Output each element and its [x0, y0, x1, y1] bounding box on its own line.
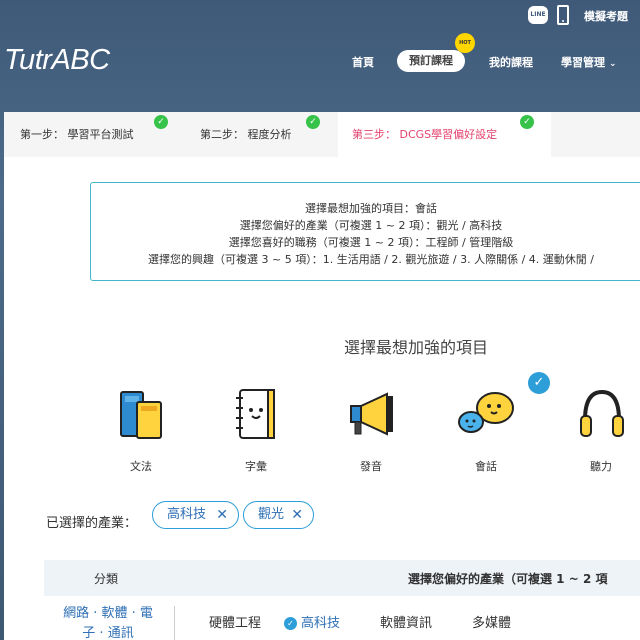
skill-label: 聽力: [590, 460, 612, 473]
summary-focus: 選擇最想加強的項目：會話: [305, 202, 437, 215]
nav-book-course[interactable]: 預訂課程: [397, 50, 465, 72]
skill-label: 文法: [130, 460, 152, 473]
close-icon[interactable]: ✕: [291, 502, 303, 528]
hot-badge: HOT: [455, 33, 475, 53]
mock-exam-link[interactable]: 模擬考題: [584, 8, 628, 24]
close-icon[interactable]: ✕: [216, 502, 228, 528]
step-2[interactable]: 第二步： 程度分析: [200, 112, 292, 157]
industry-chip[interactable]: 觀光 ✕: [243, 501, 314, 529]
skill-pronunciation[interactable]: 發音: [336, 384, 406, 474]
column-header-industry: 選擇您偏好的產業（可複選 1 ~ 2 項: [408, 572, 608, 586]
step-tabs: 第一步： 學習平台測試 第二步： 程度分析 第三步： DCGS學習偏好設定 ✓ …: [4, 112, 640, 157]
industry-option[interactable]: 硬體工程: [209, 612, 261, 631]
skill-grammar[interactable]: 文法: [106, 384, 176, 474]
nav-home[interactable]: 首頁: [352, 54, 374, 70]
focus-section-title: 選擇最想加強的項目: [344, 338, 489, 357]
skill-conversation[interactable]: 會話: [451, 384, 521, 474]
nav-my-course[interactable]: 我的課程: [489, 54, 533, 70]
notebook-icon: [236, 389, 275, 439]
category-name[interactable]: 網路 · 軟體 · 電 子 · 通訊: [52, 604, 164, 640]
step-1[interactable]: 第一步： 學習平台測試: [20, 112, 134, 157]
step-1-check-icon: ✓: [154, 115, 168, 129]
divider: [174, 606, 175, 640]
skill-listening[interactable]: 聽力: [566, 384, 636, 474]
books-icon: [120, 391, 162, 439]
line-icon[interactable]: LINE: [528, 6, 548, 24]
selection-summary-box: 選擇最想加強的項目：會話 選擇您偏好的產業（可複選 1 ~ 2 項）：觀光 / …: [90, 182, 640, 281]
skill-label: 字彙: [245, 460, 267, 473]
industry-table-header: 分類 選擇您偏好的產業（可複選 1 ~ 2 項: [44, 560, 640, 596]
mobile-phone-icon[interactable]: [557, 5, 569, 25]
tutorabc-logo[interactable]: TutrABC: [4, 44, 110, 77]
check-icon: ✓: [284, 617, 297, 630]
content-panel: 第一步： 學習平台測試 第二步： 程度分析 第三步： DCGS學習偏好設定 ✓ …: [4, 112, 640, 640]
headphones-icon: [580, 389, 624, 437]
skill-label: 會話: [475, 460, 497, 473]
industry-chip[interactable]: 高科技 ✕: [152, 501, 239, 529]
industry-option[interactable]: 多媒體: [472, 612, 511, 631]
chevron-down-icon: ⌄: [609, 59, 617, 69]
summary-job: 選擇您喜好的職務（可複選 1 ~ 2 項）：工程師 / 管理階級: [228, 236, 514, 249]
column-header-category: 分類: [94, 572, 119, 586]
megaphone-icon: [350, 392, 393, 436]
utility-bar: LINE 模擬考題: [0, 0, 640, 30]
step-3-check-icon: ✓: [520, 115, 534, 129]
selected-check-icon: ✓: [528, 372, 550, 394]
chosen-industries-label: 已選擇的產業：: [46, 516, 138, 531]
summary-industry: 選擇您偏好的產業（可複選 1 ~ 2 項）：觀光 / 高科技: [239, 219, 503, 232]
chat-bubbles-icon: [458, 392, 514, 433]
skill-vocabulary[interactable]: 字彙: [221, 384, 291, 474]
summary-interest: 選擇您的興趣（可複選 3 ~ 5 項）：1. 生活用語 / 2. 觀光旅遊 / …: [148, 253, 594, 266]
skill-label: 發音: [360, 460, 382, 473]
industry-option[interactable]: 軟體資訊: [380, 612, 432, 631]
step-2-check-icon: ✓: [306, 115, 320, 129]
industry-option-selected[interactable]: ✓ 高科技: [284, 612, 340, 631]
step-3-active[interactable]: 第三步： DCGS學習偏好設定: [338, 112, 551, 157]
nav-learning-manage[interactable]: 學習管理 ⌄: [561, 54, 617, 70]
